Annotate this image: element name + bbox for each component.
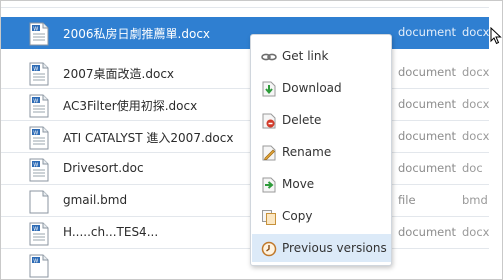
download-icon — [262, 81, 276, 97]
file-extension: bmd — [462, 193, 488, 207]
file-type: document — [398, 225, 457, 239]
file-type: document — [398, 65, 457, 79]
file-extension: docx — [462, 225, 490, 239]
svg-text:W: W — [33, 26, 38, 32]
table-row[interactable]: W Drivesort.doc document doc — [1, 153, 489, 185]
word-doc-icon: W — [29, 254, 49, 278]
copy-icon — [262, 210, 276, 225]
word-doc-icon: W — [29, 126, 49, 150]
menu-item-move[interactable]: Move — [252, 170, 391, 198]
menu-item-label: Download — [282, 81, 342, 95]
move-icon — [262, 177, 276, 193]
menu-item-download[interactable]: Download — [252, 74, 391, 102]
context-menu: Get link Download Delete Rename Move Cop… — [250, 34, 392, 266]
file-extension: docx — [462, 65, 490, 79]
table-row[interactable]: W 2006私房日劇推薦單.docx document docx — [1, 17, 489, 49]
rename-icon — [262, 145, 276, 161]
file-type: document — [398, 25, 457, 39]
word-doc-icon: W — [29, 62, 49, 86]
table-row[interactable]: gmail.bmd file bmd — [1, 185, 489, 217]
menu-item-previous-versions[interactable]: Previous versions — [252, 234, 391, 262]
svg-text:W: W — [33, 98, 38, 104]
menu-item-label: Previous versions — [282, 241, 387, 255]
file-name[interactable]: Drivesort.doc — [63, 161, 144, 175]
word-doc-icon: W — [29, 94, 49, 118]
word-doc-icon — [31, 0, 49, 1]
file-type: document — [398, 161, 457, 175]
menu-item-label: Get link — [282, 49, 329, 63]
table-row[interactable]: W — [1, 249, 489, 279]
file-type: document — [398, 129, 457, 143]
table-row-partial[interactable] — [1, 0, 489, 8]
table-row[interactable]: W 2007桌面改造.docx document docx — [1, 57, 489, 89]
file-extension: docx — [462, 97, 490, 111]
svg-text:W: W — [33, 162, 38, 168]
table-row[interactable]: W ATI CATALYST 進入2007.docx document docx — [1, 121, 489, 153]
clock-icon — [261, 241, 277, 257]
word-doc-icon: W — [29, 158, 49, 182]
file-name[interactable]: 2007桌面改造.docx — [63, 65, 174, 82]
file-name[interactable]: H.....ch...TES4... — [63, 225, 158, 239]
file-name[interactable]: AC3Filter使用初探.docx — [63, 97, 197, 114]
menu-item-delete[interactable]: Delete — [252, 106, 391, 134]
file-extension: docx — [462, 129, 490, 143]
menu-item-rename[interactable]: Rename — [252, 138, 391, 166]
svg-text:W: W — [33, 130, 38, 136]
menu-item-label: Move — [282, 177, 315, 191]
file-extension: docx — [462, 25, 490, 39]
file-type: file — [398, 193, 416, 207]
table-row[interactable]: W H.....ch...TES4... document docx — [1, 217, 489, 249]
file-browser: W 2006私房日劇推薦單.docx document docx W 2007桌… — [0, 0, 503, 280]
menu-item-copy[interactable]: Copy — [252, 202, 391, 230]
word-doc-icon: W — [29, 222, 49, 246]
svg-text:W: W — [33, 226, 38, 232]
svg-text:W: W — [33, 258, 38, 264]
file-name[interactable]: 2006私房日劇推薦單.docx — [63, 25, 210, 42]
file-extension: doc — [462, 161, 483, 175]
menu-item-label: Delete — [282, 113, 322, 127]
link-icon — [261, 53, 277, 61]
generic-file-icon — [29, 190, 49, 214]
menu-item-get-link[interactable]: Get link — [252, 42, 391, 70]
file-type: document — [398, 97, 457, 111]
menu-item-label: Copy — [282, 209, 313, 223]
table-row[interactable]: W AC3Filter使用初探.docx document docx — [1, 89, 489, 121]
delete-icon — [262, 113, 276, 129]
menu-item-label: Rename — [282, 145, 332, 159]
mouse-cursor-icon — [490, 27, 502, 45]
file-name[interactable]: ATI CATALYST 進入2007.docx — [63, 129, 233, 146]
word-doc-icon: W — [29, 22, 49, 46]
svg-text:W: W — [33, 66, 38, 72]
file-name[interactable]: gmail.bmd — [63, 193, 127, 207]
